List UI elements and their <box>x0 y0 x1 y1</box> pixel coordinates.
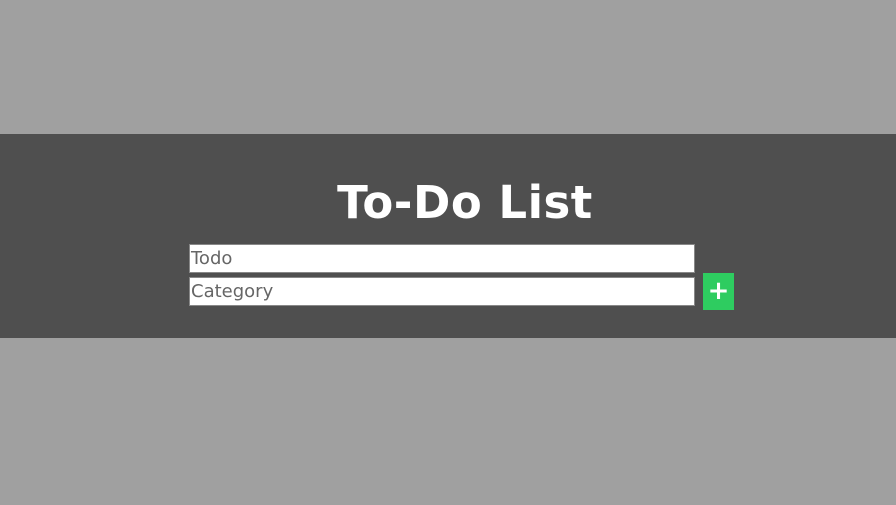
category-field[interactable]: Category <box>189 277 695 306</box>
add-todo-button[interactable]: + <box>703 273 734 310</box>
plus-icon: + <box>707 276 730 306</box>
todo-input[interactable] <box>189 244 695 273</box>
todo-field[interactable]: Todo <box>189 244 695 273</box>
page-title: To-Do List <box>337 176 593 229</box>
header-band <box>0 134 896 338</box>
category-input[interactable] <box>189 277 695 306</box>
